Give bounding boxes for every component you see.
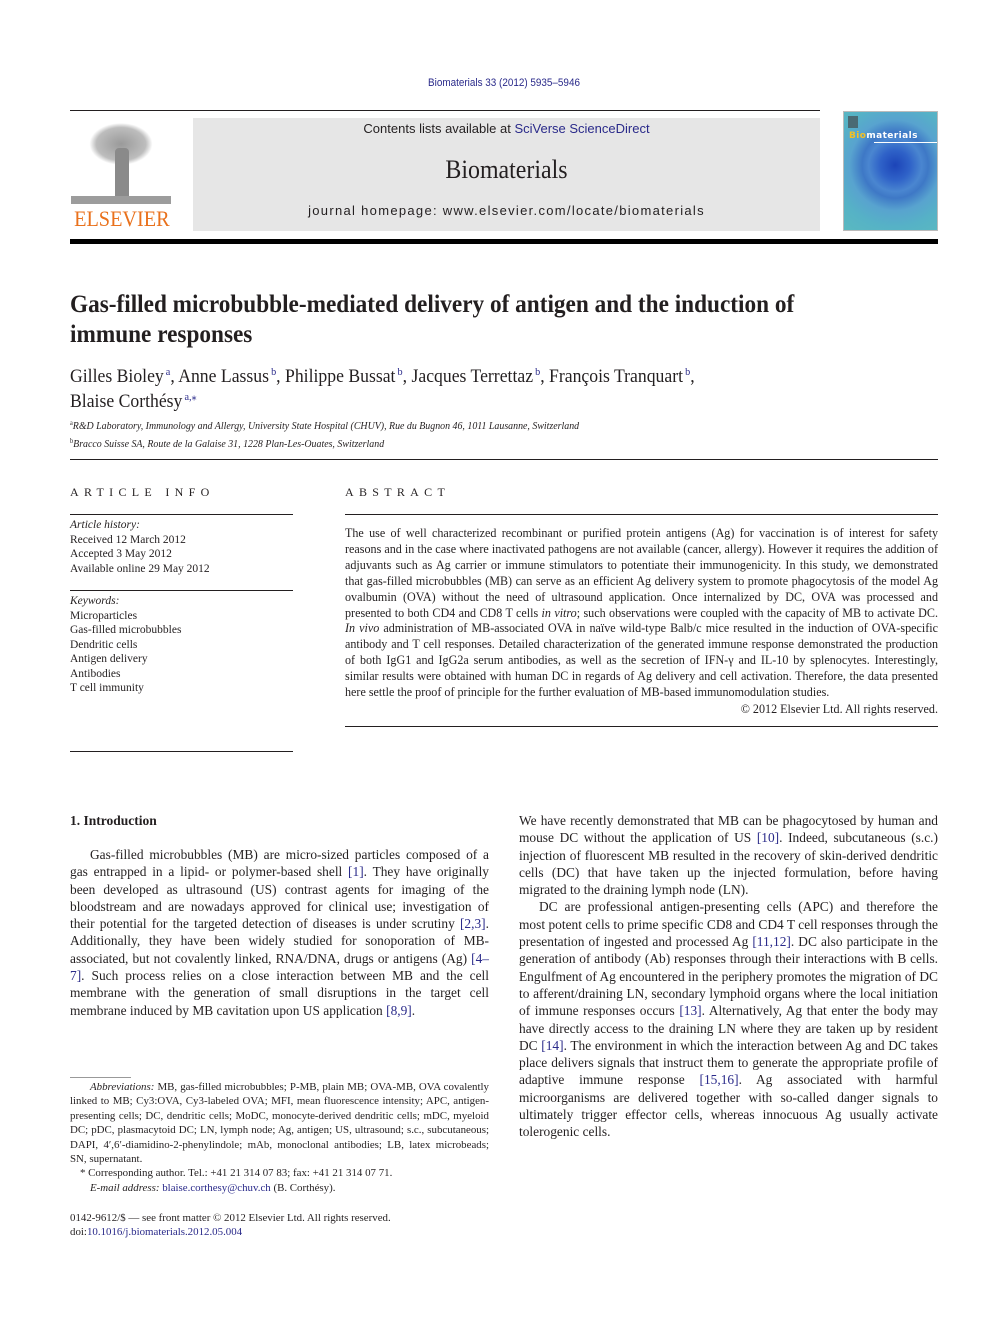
contents-line: Contents lists available at SciVerse Sci… (193, 121, 820, 136)
journal-cover-image: Biomaterials (843, 111, 938, 231)
citation-link[interactable]: [8,9] (386, 1003, 412, 1018)
section-rule (70, 459, 938, 460)
article-info: ARTICLE INFO Article history: Received 1… (70, 485, 293, 752)
keyword: T cell immunity (70, 682, 144, 694)
email-footnote: E-mail address: blaise.corthesy@chuv.ch … (90, 1181, 336, 1194)
keyword-list: Microparticles Gas-filled microbubbles Den… (70, 609, 293, 696)
author-name[interactable]: Jacques Terrettaz (411, 366, 533, 387)
author-name[interactable]: Anne Lassus (178, 366, 269, 387)
author-name[interactable]: Gilles Bioley (70, 366, 164, 387)
citation-link[interactable]: [1] (348, 864, 364, 879)
author-affiliation-mark[interactable]: a (164, 366, 171, 378)
author-name[interactable]: Philippe Bussat (285, 366, 395, 387)
elsevier-tree-icon (71, 118, 171, 204)
article-info-heading: ARTICLE INFO (70, 485, 215, 499)
keyword: Microparticles (70, 609, 138, 622)
author-name[interactable]: Blaise Corthésy (70, 391, 182, 412)
abstract-copyright: © 2012 Elsevier Ltd. All rights reserved… (740, 701, 938, 716)
cover-title: Biomaterials (849, 131, 918, 141)
citation-link[interactable]: [4–7] (70, 951, 489, 983)
email-link[interactable]: blaise.corthesy@chuv.ch (162, 1182, 271, 1194)
abstract-heading: ABSTRACT (345, 485, 451, 499)
abstract-text: The use of well characterized recombinan… (345, 526, 938, 700)
sciencedirect-link[interactable]: SciVerse ScienceDirect (514, 121, 649, 136)
author-name[interactable]: François Tranquart (549, 366, 683, 387)
citation-link[interactable]: [2,3] (460, 916, 486, 931)
author-affiliation-mark[interactable]: b (395, 366, 403, 378)
affiliation: bBracco Suisse SA, Route de la Galaise 3… (70, 436, 385, 450)
history-label: Article history: (70, 519, 140, 531)
abstract: ABSTRACT The use of well characterized r… (345, 485, 938, 727)
keyword: Gas-filled microbubbles (70, 624, 182, 636)
article-title: Gas-filled microbubble-mediated delivery… (70, 291, 795, 348)
author-affiliation-mark[interactable]: b (533, 366, 540, 378)
footnotes: Abbreviations: MB, gas-filled microbubbl… (70, 1080, 489, 1195)
doi-link[interactable]: 10.1016/j.biomaterials.2012.05.004 (87, 1226, 242, 1238)
footnote-rule (70, 1077, 131, 1078)
article-history: Article history: Received 12 March 2012 … (70, 518, 293, 576)
history-accepted: Accepted 3 May 2012 (70, 548, 172, 560)
contents-prefix: Contents lists available at (363, 121, 515, 136)
elsevier-wordmark: ELSEVIER (74, 206, 170, 231)
affiliations: aR&D Laboratory, Immunology and Allergy,… (70, 416, 790, 451)
author-affiliation-mark[interactable]: a,⁎ (182, 391, 196, 403)
cover-badge-icon (848, 116, 858, 128)
keyword: Dendritic cells (70, 638, 138, 651)
journal-citation-link[interactable]: Biomaterials 33 (2012) 5935–5946 (50, 77, 957, 89)
header-thick-rule (70, 239, 938, 244)
keywords: Keywords: Microparticles Gas-filled micro… (70, 594, 293, 696)
paragraph: DC are professional antigen-presenting c… (519, 899, 939, 1140)
history-received: Received 12 March 2012 (70, 533, 186, 546)
journal-title: Biomaterials (445, 155, 568, 184)
keyword: Antibodies (70, 667, 121, 680)
abbreviations-footnote: Abbreviations: MB, gas-filled microbubbl… (70, 1081, 489, 1166)
header-rule (70, 110, 820, 111)
citation-link[interactable]: [14] (541, 1038, 563, 1053)
body-column-left: 1. Introduction Gas-filled microbubbles … (70, 812, 489, 1019)
keywords-label: Keywords: (70, 595, 120, 607)
section-heading-introduction: 1. Introduction (70, 813, 157, 828)
author-list: Gilles Bioley a, Anne Lassus b, Philippe… (70, 366, 695, 412)
citation-link[interactable]: [10] (757, 830, 779, 845)
author-affiliation-mark[interactable]: b (683, 366, 690, 378)
body-column-right: We have recently demonstrated that MB ca… (519, 812, 938, 1141)
affiliation: aR&D Laboratory, Immunology and Allergy,… (70, 419, 580, 432)
author-affiliation-mark[interactable]: b (269, 366, 276, 378)
keyword: Antigen delivery (70, 653, 148, 665)
journal-homepage[interactable]: journal homepage: www.elsevier.com/locat… (193, 203, 820, 218)
citation-link[interactable]: [11,12] (752, 934, 791, 949)
corresponding-author-footnote: * Corresponding author. Tel.: +41 21 314… (80, 1167, 393, 1180)
issn-line: 0142-9612/$ — see front matter © 2012 El… (70, 1212, 391, 1224)
paragraph: Gas-filled microbubbles (MB) are micro-s… (70, 847, 489, 1018)
doi-line: doi:10.1016/j.biomaterials.2012.05.004 (70, 1226, 243, 1239)
elsevier-logo: ELSEVIER (70, 118, 172, 232)
journal-masthead: Contents lists available at SciVerse Sci… (193, 118, 820, 231)
front-matter: 0142-9612/$ — see front matter © 2012 El… (70, 1211, 489, 1240)
citation-link[interactable]: [15,16] (700, 1072, 739, 1087)
history-online: Available online 29 May 2012 (70, 562, 210, 575)
citation-link[interactable]: [13] (679, 1003, 701, 1018)
paragraph: We have recently demonstrated that MB ca… (519, 813, 938, 898)
